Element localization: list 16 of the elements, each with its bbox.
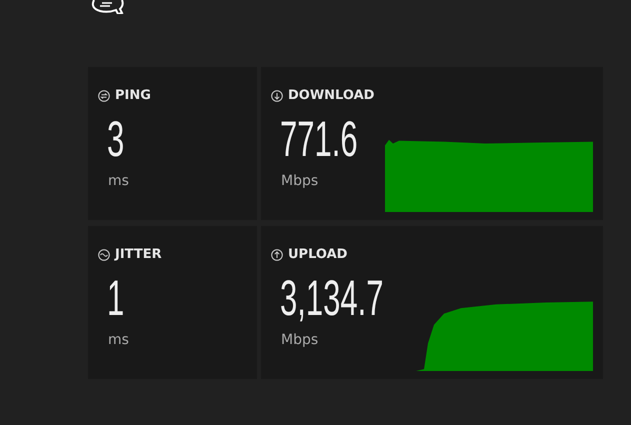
metric-label: UPLOAD	[288, 247, 348, 262]
metric-unit: Mbps	[281, 332, 320, 348]
up-arrow-circle-icon	[271, 248, 283, 260]
metric-label: DOWNLOAD	[288, 88, 374, 103]
wave-circle-icon	[98, 248, 110, 260]
metric-label: PING	[115, 88, 151, 103]
metric-unit: ms	[108, 332, 130, 348]
metric-unit: Mbps	[281, 173, 320, 189]
metric-value: 771.6	[280, 111, 358, 167]
metric-value: 1	[107, 270, 124, 326]
metric-unit: ms	[108, 173, 130, 189]
swap-circle-icon	[98, 90, 110, 102]
metric-value: 3	[107, 111, 124, 167]
down-arrow-circle-icon	[271, 90, 283, 102]
metric-label: JITTER	[115, 247, 162, 262]
metric-value: 3,134.7	[280, 270, 384, 326]
